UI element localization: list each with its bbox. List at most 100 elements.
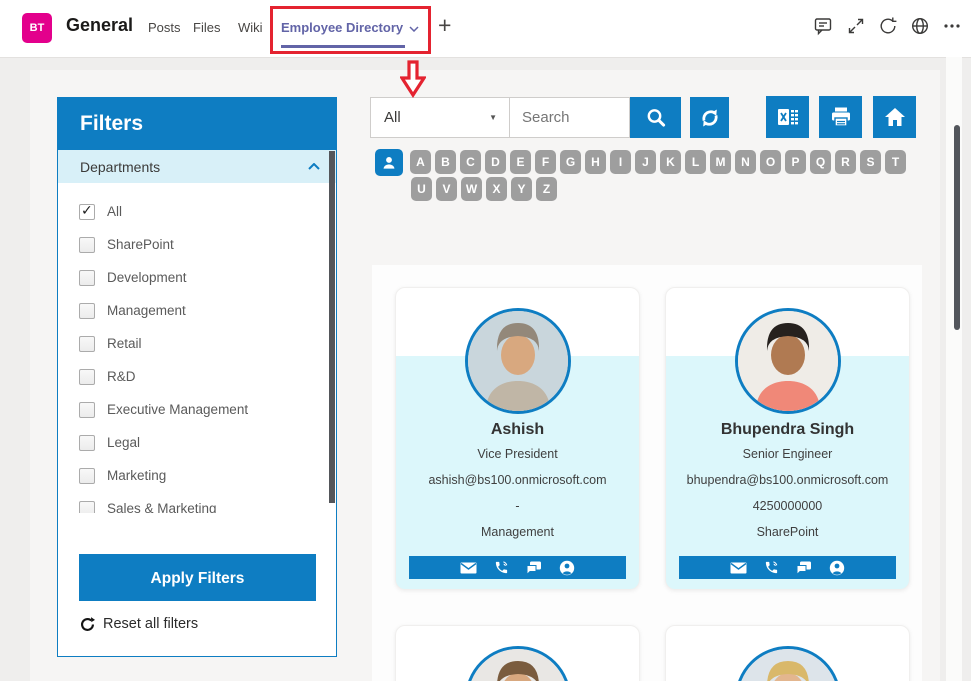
print-button[interactable] xyxy=(819,96,862,138)
department-checkbox[interactable] xyxy=(79,237,95,253)
department-checkbox[interactable] xyxy=(79,204,95,220)
more-options-icon[interactable] xyxy=(942,16,964,38)
team-avatar[interactable]: BT xyxy=(22,13,52,43)
department-option[interactable]: SharePoint xyxy=(58,228,330,261)
employee-title: Vice President xyxy=(396,441,639,467)
department-option[interactable]: Executive Management xyxy=(58,393,330,426)
department-checkbox[interactable] xyxy=(79,468,95,484)
tab-wiki[interactable]: Wiki xyxy=(238,20,263,35)
feedback-icon[interactable] xyxy=(813,16,835,38)
email-icon[interactable] xyxy=(460,562,477,574)
page-scrollbar-thumb[interactable] xyxy=(954,125,960,330)
alphabet-key[interactable]: Z xyxy=(536,177,557,201)
department-option[interactable]: Management xyxy=(58,294,330,327)
reset-all-filters-button[interactable]: Reset all filters xyxy=(80,616,198,632)
alphabet-key[interactable]: N xyxy=(735,150,756,174)
chat-icon[interactable] xyxy=(796,561,812,575)
alphabet-key[interactable]: X xyxy=(486,177,507,201)
filters-header: Filters xyxy=(58,98,336,150)
search-button[interactable] xyxy=(630,97,681,138)
alphabet-key[interactable]: Y xyxy=(511,177,532,201)
department-checkbox[interactable] xyxy=(79,435,95,451)
expand-icon[interactable] xyxy=(846,16,868,38)
all-employees-button[interactable] xyxy=(375,149,403,176)
employee-card xyxy=(665,625,910,681)
employee-email: ashish@bs100.onmicrosoft.com xyxy=(396,467,639,493)
channel-title: General xyxy=(66,15,133,36)
department-option-label: R&D xyxy=(107,369,136,384)
alphabet-key[interactable]: G xyxy=(560,150,581,174)
alphabet-key[interactable]: R xyxy=(835,150,856,174)
profile-icon[interactable] xyxy=(559,560,575,576)
department-checkbox[interactable] xyxy=(79,501,95,514)
department-checkbox[interactable] xyxy=(79,369,95,385)
tab-posts[interactable]: Posts xyxy=(148,20,181,35)
alphabet-key[interactable]: O xyxy=(760,150,781,174)
alphabet-key[interactable]: M xyxy=(710,150,731,174)
employee-department: Management xyxy=(396,519,639,545)
alphabet-key[interactable]: Q xyxy=(810,150,831,174)
department-option-label: Legal xyxy=(107,435,140,450)
alphabet-key[interactable]: U xyxy=(411,177,432,201)
tab-files[interactable]: Files xyxy=(193,20,220,35)
alphabet-key[interactable]: I xyxy=(610,150,631,174)
alphabet-key[interactable]: K xyxy=(660,150,681,174)
refresh-results-button[interactable] xyxy=(690,97,729,138)
department-option[interactable]: Marketing xyxy=(58,459,330,492)
sidebar-scrollbar-thumb[interactable] xyxy=(329,151,335,503)
department-option-label: Management xyxy=(107,303,186,318)
department-checkbox[interactable] xyxy=(79,402,95,418)
avatar-photo xyxy=(468,649,568,681)
profile-icon[interactable] xyxy=(829,560,845,576)
alphabet-key[interactable]: J xyxy=(635,150,656,174)
home-button[interactable] xyxy=(873,96,916,138)
call-icon[interactable] xyxy=(764,560,779,575)
search-input[interactable] xyxy=(509,97,630,138)
alphabet-key[interactable]: H xyxy=(585,150,606,174)
annotation-red-box xyxy=(270,6,431,54)
department-option[interactable]: Retail xyxy=(58,327,330,360)
alphabet-key[interactable]: C xyxy=(460,150,481,174)
department-option[interactable]: R&D xyxy=(58,360,330,393)
department-option[interactable]: Legal xyxy=(58,426,330,459)
departments-accordion-header[interactable]: Departments xyxy=(58,150,336,183)
export-excel-button[interactable] xyxy=(766,96,809,138)
alphabet-key[interactable]: S xyxy=(860,150,881,174)
department-checkbox[interactable] xyxy=(79,336,95,352)
department-option[interactable]: All xyxy=(58,195,330,228)
alphabet-key[interactable]: T xyxy=(885,150,906,174)
alphabet-key[interactable]: V xyxy=(436,177,457,201)
alphabet-key[interactable]: P xyxy=(785,150,806,174)
alphabet-key[interactable]: F xyxy=(535,150,556,174)
department-checkbox[interactable] xyxy=(79,303,95,319)
reset-icon xyxy=(80,617,95,632)
alphabet-key[interactable]: E xyxy=(510,150,531,174)
employee-action-bar xyxy=(409,556,626,579)
department-option[interactable]: Sales & Marketing xyxy=(58,492,330,513)
add-tab-button[interactable]: + xyxy=(438,12,451,39)
alphabet-key[interactable]: W xyxy=(461,177,482,201)
alphabet-key[interactable]: B xyxy=(435,150,456,174)
department-checkbox[interactable] xyxy=(79,270,95,286)
department-option-label: All xyxy=(107,204,122,219)
refresh-icon[interactable] xyxy=(878,16,900,38)
employee-cards-panel: Ashish Vice President ashish@bs100.onmic… xyxy=(372,265,922,681)
department-option-label: Executive Management xyxy=(107,402,248,417)
department-option[interactable]: Development xyxy=(58,261,330,294)
apply-filters-button[interactable]: Apply Filters xyxy=(79,554,316,601)
department-option-label: Retail xyxy=(107,336,142,351)
alphabet-key[interactable]: A xyxy=(410,150,431,174)
call-icon[interactable] xyxy=(494,560,509,575)
person-icon xyxy=(381,153,397,172)
globe-icon[interactable] xyxy=(910,16,932,38)
alphabet-key[interactable]: D xyxy=(485,150,506,174)
alphabet-row-1: ABCDEFGHIJKLMNOPQRST xyxy=(410,150,906,174)
home-icon xyxy=(883,105,907,129)
printer-icon xyxy=(829,105,853,129)
chat-icon[interactable] xyxy=(526,561,542,575)
employee-name: Bhupendra Singh xyxy=(666,421,909,441)
alphabet-key[interactable]: L xyxy=(685,150,706,174)
annotation-red-arrow-icon xyxy=(400,60,426,103)
scope-select[interactable]: All ▼ xyxy=(370,97,510,138)
email-icon[interactable] xyxy=(730,562,747,574)
